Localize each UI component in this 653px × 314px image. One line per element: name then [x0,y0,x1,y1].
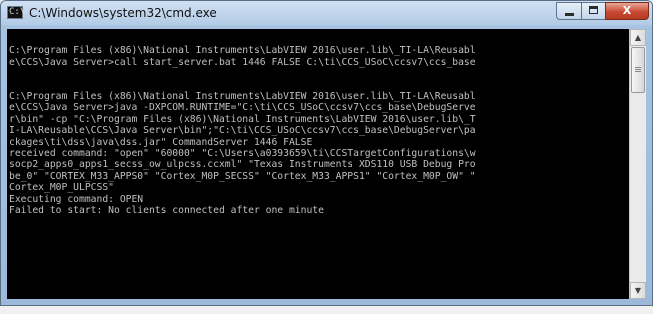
maximize-icon [589,6,598,14]
minimize-icon [565,13,574,16]
chevron-up-icon: ▲ [634,33,642,42]
scroll-down-button[interactable]: ▼ [630,282,646,299]
vertical-scrollbar[interactable]: ▲ ▼ [629,29,646,299]
cmd-icon[interactable]: C:\ [7,6,25,19]
close-icon: X [622,4,632,17]
console-text: C:\Program Files (x86)\National Instrume… [9,45,476,217]
scroll-up-button[interactable]: ▲ [630,29,646,46]
desktop-background [0,306,653,314]
maximize-button[interactable] [581,2,606,20]
scroll-thumb[interactable] [631,47,645,93]
window-title: C:\Windows\system32\cmd.exe [29,6,217,20]
chevron-down-icon: ▼ [634,286,642,295]
close-button[interactable]: X [605,2,649,20]
cmd-window: C:\ C:\Windows\system32\cmd.exe X C:\Pro… [0,0,653,306]
minimize-button[interactable] [556,2,582,20]
title-bar[interactable]: C:\ C:\Windows\system32\cmd.exe X [1,1,652,25]
console-output[interactable]: C:\Program Files (x86)\National Instrume… [7,29,629,299]
